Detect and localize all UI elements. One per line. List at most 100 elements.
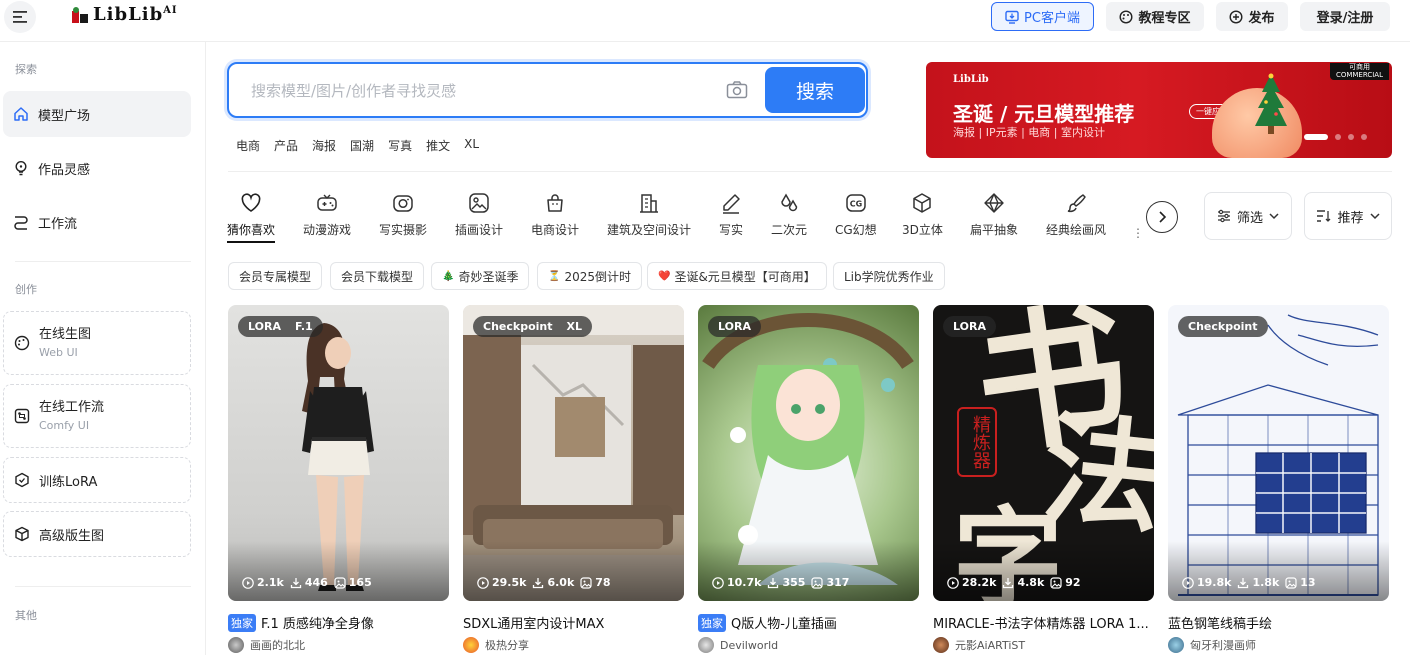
play-icon [242,576,254,589]
banner-title: 圣诞 / 元旦模型推荐 [953,102,1135,126]
sliders-icon [1217,209,1231,223]
login-button[interactable]: 登录/注册 [1300,2,1390,31]
category-label: 扁平抽象 [970,223,1019,237]
category-label: 写实摄影 [379,223,428,237]
category-2d-anime[interactable]: 二次元 [771,192,807,238]
author-name: 极热分享 [485,639,529,652]
sidebar-item-online-workflow[interactable]: 在线工作流 Comfy UI [3,384,191,448]
model-card-title[interactable]: SDXL通用室内设计MAX [463,613,684,632]
category-label: 3D立体 [902,223,943,237]
hot-tag[interactable]: XL [464,137,479,154]
category-3d[interactable]: 3D立体 [902,192,943,238]
author-name: 匈牙利漫画师 [1190,639,1256,652]
search-button[interactable]: 搜索 [765,67,865,113]
model-card-image[interactable]: Checkpoint 19.8k 1.8k 13 [1168,305,1389,601]
hot-tag[interactable]: 写真 [388,137,412,154]
model-card[interactable]: Checkpoint XL 29.5k 6.0k 78 SDXL通用室内设计MA… [463,305,684,653]
hot-tag[interactable]: 海报 [312,137,336,154]
filter-button[interactable]: 筛选 [1204,192,1292,240]
model-card-image[interactable]: 书 法 字 精炼器 LORA 28.2k 4.8k 92 [933,305,1154,601]
model-card-author[interactable]: 极热分享 [463,637,684,653]
pc-client-button[interactable]: PC客户端 [991,2,1094,31]
category-classic-painting[interactable]: 经典绘画风 [1046,192,1106,238]
sidebar-item-train-lora[interactable]: 训练LoRA [3,457,191,503]
model-card[interactable]: 书 法 字 精炼器 LORA 28.2k 4.8k 92 MIRACLE-书法字… [933,305,1154,653]
sidebar-item-sublabel: Web UI [39,345,78,359]
category-label: 经典绘画风 [1046,223,1107,237]
sidebar-item-model-plaza[interactable]: 模型广场 [3,91,191,137]
category-next-button[interactable] [1146,201,1178,233]
model-title-text: F.1 质感纯净全身像 [261,617,374,632]
model-card-title[interactable]: 独家 F.1 质感纯净全身像 [228,613,449,632]
category-anime-game[interactable]: 动漫游戏 [303,192,351,238]
gallery-icon [1050,576,1062,589]
model-stats: 10.7k 355 317 [712,576,849,589]
image-shade [228,541,449,601]
carousel-dot[interactable] [1361,134,1367,140]
image-shade [463,541,684,601]
liblib-logo[interactable]: LibLibAI [70,4,178,25]
quick-tag[interactable]: Lib学院优秀作业 [833,262,945,290]
quick-tag[interactable]: ⏳ 2025倒计时 [537,262,642,290]
download-icon [1237,577,1249,589]
christmas-tree-icon [1254,72,1288,142]
publish-button[interactable]: 发布 [1216,2,1288,31]
model-card[interactable]: LORA 10.7k 355 317 独家 Q版人物-儿童插画 Devilwor… [698,305,919,653]
tutorial-button[interactable]: 教程专区 [1106,2,1204,31]
model-card[interactable]: LORA F.1 2.1k 446 165 独家 F.1 质感纯净全身像 画画的… [228,305,449,653]
hot-tag[interactable]: 推文 [426,137,450,154]
view-count: 10.7k [727,576,762,589]
model-card-author[interactable]: 匈牙利漫画师 [1168,637,1389,653]
sidebar-item-inspiration[interactable]: 作品灵感 [3,145,191,191]
carousel-dot[interactable] [1348,134,1354,140]
sort-label: 推荐 [1337,210,1364,226]
view-count: 29.5k [492,576,527,589]
hot-tag[interactable]: 产品 [274,137,298,154]
quick-tag[interactable]: 会员下载模型 [330,262,425,290]
hot-tag[interactable]: 国潮 [350,137,374,154]
sort-button[interactable]: 推荐 [1304,192,1392,240]
model-card-title[interactable]: MIRACLE-书法字体精炼器 LORA 1... [933,613,1154,632]
model-card-image[interactable]: LORA 10.7k 355 317 [698,305,919,601]
model-card-image[interactable]: Checkpoint XL 29.5k 6.0k 78 [463,305,684,601]
carousel-dot[interactable] [1335,134,1341,140]
model-type-badges: LORA [943,316,996,337]
download-count: 355 [782,576,806,589]
hot-tag[interactable]: 电商 [236,137,260,154]
category-guess-you-like[interactable]: 猜你喜欢 [227,192,276,243]
model-card[interactable]: Checkpoint 19.8k 1.8k 13 蓝色钢笔线稿手绘 匈牙利漫画师 [1168,305,1389,653]
quick-tag-label: 2025倒计时 [564,269,631,284]
promo-banner[interactable]: LibLib 圣诞 / 元旦模型推荐 一键应用 海报 | IP元素 | 电商 |… [926,62,1392,158]
category-architecture[interactable]: 建筑及空间设计 [607,192,691,238]
category-label: 动漫游戏 [303,223,352,237]
quick-tag[interactable]: 会员专属模型 [228,262,323,290]
category-overflow-indicator: ⋮ [1132,226,1144,240]
camera-search-icon[interactable] [726,80,748,100]
quick-tag[interactable]: ❤️ 圣诞&元旦模型【可商用】 [647,262,827,290]
carousel-dot[interactable] [1304,134,1328,140]
sidebar-item-advanced-generate[interactable]: 高级版生图 [3,511,191,557]
category-cg-fantasy[interactable]: CG CG幻想 [835,192,877,238]
category-illustration[interactable]: 插画设计 [455,192,503,238]
hot-tags: 电商 产品 海报 国潮 写真 推文 XL [236,137,479,154]
menu-toggle-button[interactable] [4,1,36,33]
model-card-author[interactable]: Devilworld [698,637,919,653]
category-realistic-photo[interactable]: 写实摄影 [379,192,427,238]
model-card-author[interactable]: 元影AiARTiST [933,637,1154,653]
category-label: 写实 [719,223,744,237]
category-flat-abstract[interactable]: 扁平抽象 [970,192,1018,238]
sidebar-item-online-generate[interactable]: 在线生图 Web UI [3,311,191,375]
sidebar-group-create: 创作 [15,283,37,296]
search-input[interactable] [251,78,721,104]
model-card-title[interactable]: 独家 Q版人物-儿童插画 [698,613,919,632]
model-card-title[interactable]: 蓝色钢笔线稿手绘 [1168,613,1389,632]
sidebar-item-workflow[interactable]: 工作流 [3,199,191,245]
monitor-download-icon [1005,10,1019,24]
model-card-author[interactable]: 画画的北北 [228,637,449,653]
model-stats: 2.1k 446 165 [242,576,372,589]
quick-tag[interactable]: 🎄 奇妙圣诞季 [431,262,530,290]
category-ecommerce[interactable]: 电商设计 [531,192,579,238]
model-card-image[interactable]: LORA F.1 2.1k 446 165 [228,305,449,601]
category-realistic[interactable]: 写实 [719,192,743,238]
sort-icon [1316,209,1331,223]
